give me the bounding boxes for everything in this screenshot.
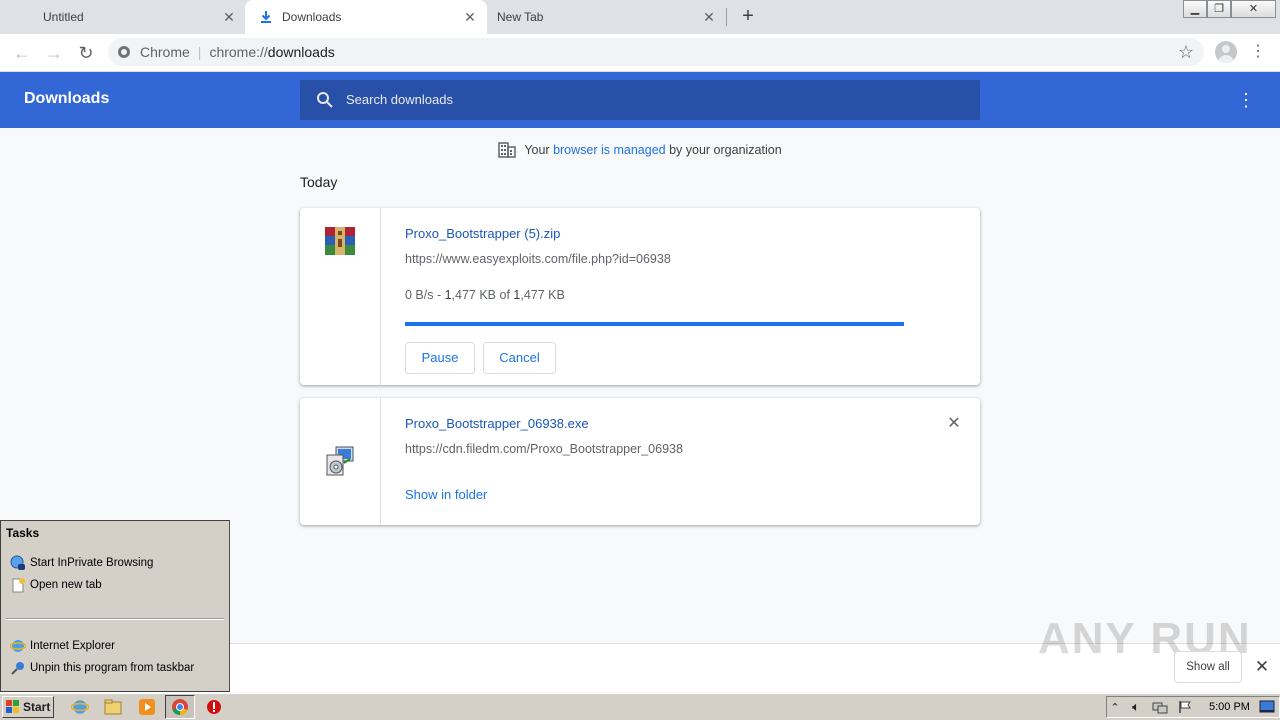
tab-title: Downloads: [282, 10, 342, 24]
taskbar-stop-icon[interactable]: [204, 697, 224, 717]
jump-item-new-tab[interactable]: Open new tab: [10, 576, 102, 594]
start-label: Start: [23, 700, 51, 714]
winrar-archive-icon: [325, 227, 355, 255]
taskbar-media-player-icon[interactable]: [137, 697, 157, 717]
taskbar-explorer-icon[interactable]: [103, 697, 123, 717]
minimize-window-button[interactable]: ▁: [1183, 0, 1207, 18]
file-name-link[interactable]: Proxo_Bootstrapper (5).zip: [405, 226, 560, 241]
action-center-flag-icon[interactable]: [1176, 697, 1194, 717]
close-tab-icon[interactable]: ✕: [221, 9, 237, 25]
status-done-rest: ,477 KB of: [451, 288, 514, 302]
url-prefix: chrome://: [209, 44, 268, 60]
close-tab-icon[interactable]: ✕: [701, 9, 717, 25]
tray-expand-icon[interactable]: ⌃: [1107, 697, 1123, 717]
jump-item-label: Open new tab: [30, 579, 102, 591]
scheme-label: Chrome: [140, 44, 190, 60]
browser-toolbar: ← → ↻ Chrome | chrome://downloads ☆: [0, 34, 1280, 72]
chrome-site-icon: [118, 46, 130, 58]
new-tab-plus-icon[interactable]: +: [737, 6, 759, 28]
jump-list-divider: [6, 618, 224, 620]
profile-avatar-icon[interactable]: [1215, 41, 1237, 63]
restore-window-button[interactable]: ❐: [1207, 0, 1231, 18]
tab-untitled[interactable]: Untitled ✕: [0, 0, 245, 34]
jump-item-label: Unpin this program from taskbar: [30, 662, 195, 674]
jump-item-label: Start InPrivate Browsing: [30, 557, 154, 569]
tab-separator: [726, 8, 727, 26]
network-icon[interactable]: [1151, 697, 1169, 717]
file-source-url[interactable]: https://cdn.filedm.com/Proxo_Bootstrappe…: [405, 442, 683, 456]
show-in-folder-link[interactable]: Show in folder: [405, 487, 487, 502]
taskbar-clock: 5:00 PM: [1209, 701, 1250, 713]
close-window-button[interactable]: ✕: [1231, 0, 1276, 18]
taskbar-ie-icon[interactable]: [70, 697, 90, 717]
address-bar[interactable]: Chrome | chrome://downloads: [108, 38, 1204, 66]
new-tab-icon: [12, 578, 25, 593]
volume-icon[interactable]: 🔈︎: [1127, 697, 1145, 717]
tab-new-tab[interactable]: New Tab ✕: [487, 0, 723, 34]
close-tab-icon[interactable]: ✕: [462, 9, 478, 25]
remove-download-icon[interactable]: ✕: [946, 416, 962, 432]
downloads-menu-icon[interactable]: ⋮: [1237, 88, 1255, 112]
back-arrow-icon[interactable]: ←: [10, 42, 34, 64]
status-rate: 0 B/s -: [405, 288, 445, 302]
download-item-card: Proxo_Bootstrapper (5).zip https://www.e…: [300, 208, 980, 385]
tab-title: New Tab: [497, 10, 544, 24]
close-shelf-icon[interactable]: ✕: [1254, 658, 1270, 675]
show-all-button[interactable]: Show all: [1174, 651, 1242, 683]
reload-icon[interactable]: ↻: [74, 42, 98, 64]
managed-text-post: by your organization: [665, 143, 782, 157]
status-done-int: 1: [444, 288, 452, 302]
forward-arrow-icon[interactable]: →: [42, 42, 66, 64]
jump-list-title: Tasks: [6, 526, 40, 540]
ie-icon: [10, 640, 26, 652]
page-title: Downloads: [24, 90, 110, 107]
managed-link[interactable]: browser is managed: [553, 143, 666, 157]
file-icon-column: [300, 398, 381, 525]
cancel-button[interactable]: Cancel: [483, 342, 556, 374]
download-icon: [261, 11, 271, 23]
file-name-link[interactable]: Proxo_Bootstrapper_06938.exe: [405, 416, 589, 431]
pause-button[interactable]: Pause: [405, 342, 475, 374]
download-item-card: Proxo_Bootstrapper_06938.exe https://cdn…: [300, 398, 980, 525]
windows-logo-icon: [6, 700, 19, 713]
bookmark-star-icon[interactable]: ☆: [1178, 42, 1194, 63]
download-status: 0 B/s - 1,477 KB of 1,477 KB: [405, 288, 565, 302]
download-progress-bar: [405, 322, 904, 326]
chrome-menu-icon[interactable]: ⋮: [1250, 41, 1266, 63]
tab-title: Untitled: [43, 10, 84, 24]
show-desktop-icon[interactable]: [1258, 697, 1276, 717]
file-source-url[interactable]: https://www.easyexploits.com/file.php?id…: [405, 252, 671, 266]
taskbar-chrome-icon[interactable]: [170, 697, 190, 717]
progress-fill: [405, 322, 904, 326]
search-icon: [317, 92, 333, 108]
search-placeholder: Search downloads: [346, 92, 453, 107]
inprivate-icon: [10, 555, 25, 570]
date-header: Today: [300, 174, 338, 190]
jump-item-inprivate[interactable]: Start InPrivate Browsing: [10, 554, 153, 572]
status-total-rest: ,477 KB: [520, 288, 565, 302]
file-icon-column: [300, 208, 381, 385]
installer-icon: [326, 446, 354, 476]
jump-item-internet-explorer[interactable]: Internet Explorer: [10, 637, 115, 655]
unpin-icon: [11, 662, 24, 675]
url-host: downloads: [267, 44, 335, 60]
start-button[interactable]: Start: [2, 696, 54, 718]
jump-item-label: Internet Explorer: [30, 640, 116, 652]
managed-notice: Your browser is managed by your organiza…: [0, 141, 1280, 159]
jump-item-unpin[interactable]: Unpin this program from taskbar: [10, 659, 194, 677]
managed-text-pre: Your: [524, 143, 554, 157]
scheme-divider: |: [197, 44, 202, 60]
building-icon: [498, 142, 517, 158]
tab-downloads[interactable]: Downloads ✕: [245, 0, 487, 34]
